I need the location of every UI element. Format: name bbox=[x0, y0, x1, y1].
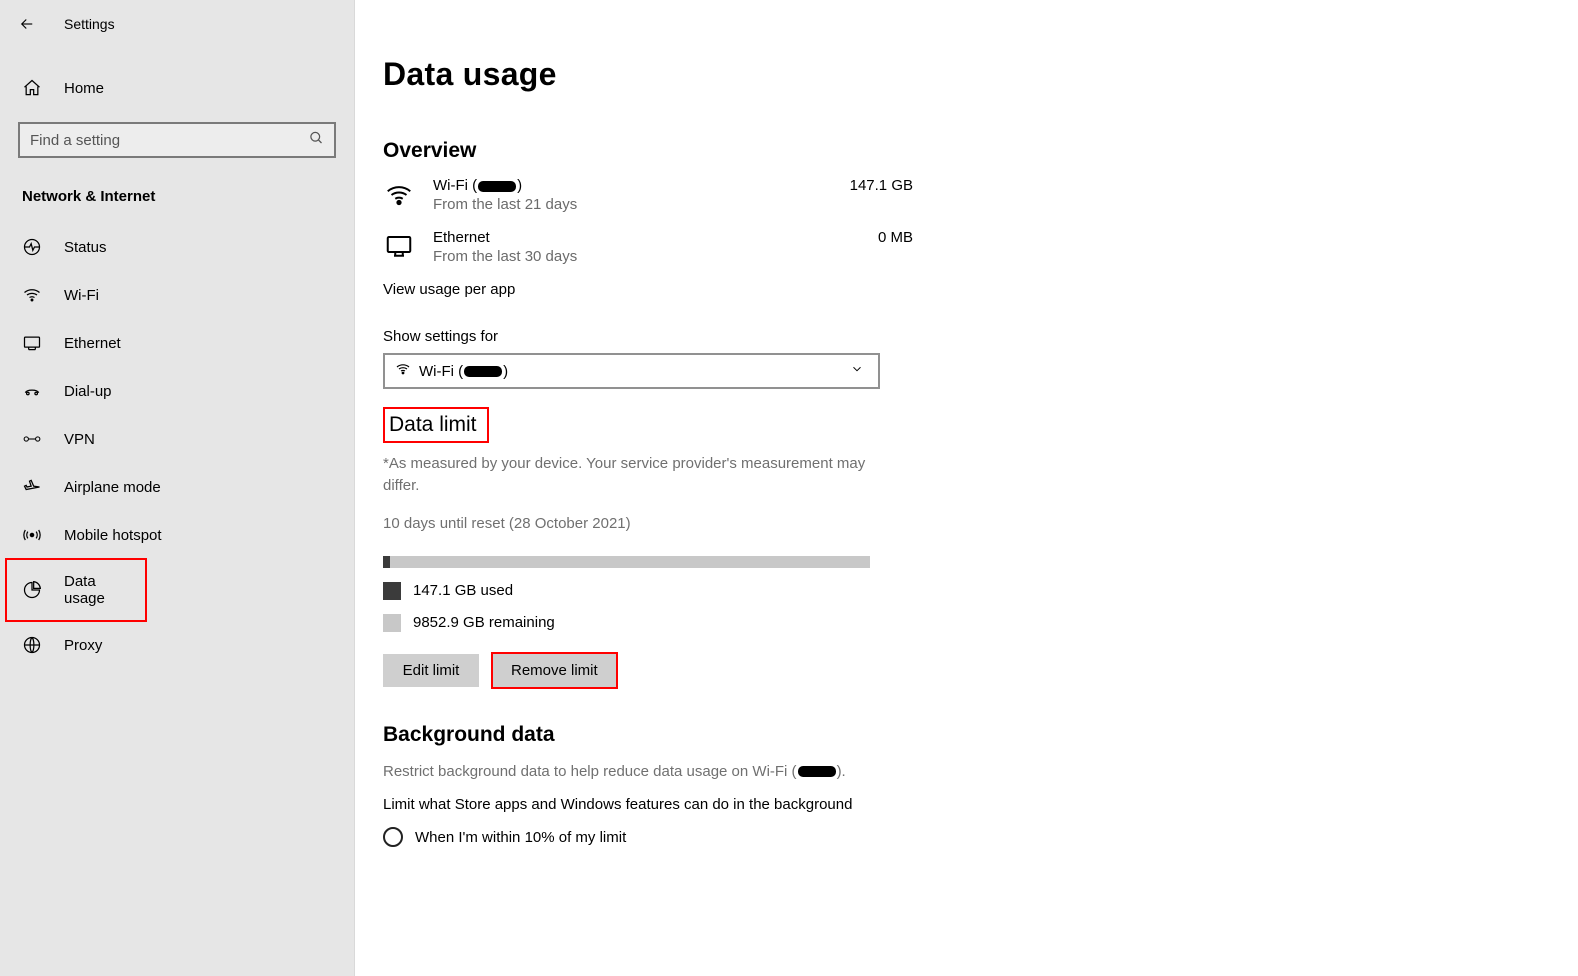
search-input[interactable] bbox=[20, 124, 298, 156]
swatch-remaining bbox=[383, 614, 401, 632]
ethernet-icon bbox=[383, 231, 415, 263]
nav-hotspot[interactable]: Mobile hotspot bbox=[0, 511, 354, 559]
dropdown-value-post: ) bbox=[503, 363, 508, 380]
nav-data-usage[interactable]: Data usage bbox=[6, 559, 146, 621]
nav-item-label: Airplane mode bbox=[64, 479, 161, 496]
data-limit-heading: Data limit bbox=[389, 413, 477, 437]
overview-wifi-name-pre: Wi-Fi ( bbox=[433, 177, 477, 194]
nav-proxy[interactable]: Proxy bbox=[0, 621, 354, 669]
data-usage-icon bbox=[22, 580, 42, 600]
swatch-used bbox=[383, 582, 401, 600]
data-limit-note: *As measured by your device. Your servic… bbox=[383, 453, 878, 497]
sidebar-header: Settings bbox=[0, 8, 354, 40]
main-content: Data usage Overview Wi-Fi () From the la… bbox=[355, 0, 1578, 976]
nav-ethernet[interactable]: Ethernet bbox=[0, 319, 354, 367]
legend-used: 147.1 GB used bbox=[383, 582, 913, 600]
data-limit-progress bbox=[383, 556, 870, 568]
overview-ethernet-value: 0 MB bbox=[843, 229, 913, 246]
vpn-icon bbox=[22, 429, 42, 449]
show-settings-label: Show settings for bbox=[383, 328, 913, 345]
dropdown-value-pre: Wi-Fi ( bbox=[419, 363, 463, 380]
status-icon bbox=[22, 237, 42, 257]
nav-item-label: Dial-up bbox=[64, 383, 112, 400]
redacted-ssid bbox=[798, 766, 836, 777]
data-limit-reset: 10 days until reset (28 October 2021) bbox=[383, 515, 913, 532]
redacted-ssid bbox=[464, 366, 502, 377]
nav-home-label: Home bbox=[64, 80, 104, 97]
overview-wifi-sub: From the last 21 days bbox=[433, 196, 825, 213]
data-limit-buttons: Edit limit Remove limit bbox=[383, 654, 913, 687]
nav-item-label: Wi-Fi bbox=[64, 287, 99, 304]
overview-ethernet-row[interactable]: Ethernet From the last 30 days 0 MB bbox=[383, 229, 913, 265]
chevron-down-icon bbox=[850, 362, 864, 380]
nav-home[interactable]: Home bbox=[0, 68, 354, 108]
data-limit-progress-fill bbox=[383, 556, 390, 568]
overview-ethernet-sub: From the last 30 days bbox=[433, 248, 825, 265]
legend-remaining-label: 9852.9 GB remaining bbox=[413, 614, 555, 631]
search-icon bbox=[309, 131, 324, 150]
legend-remaining: 9852.9 GB remaining bbox=[383, 614, 913, 632]
overview-wifi-name-post: ) bbox=[517, 177, 522, 194]
nav-item-label: Data usage bbox=[64, 573, 126, 607]
legend-used-label: 147.1 GB used bbox=[413, 582, 513, 599]
wifi-icon bbox=[22, 285, 42, 305]
wifi-icon bbox=[395, 361, 411, 381]
search-box[interactable] bbox=[18, 122, 336, 158]
background-data-desc-pre: Restrict background data to help reduce … bbox=[383, 763, 797, 780]
overview-ethernet-name: Ethernet bbox=[433, 229, 825, 246]
remove-limit-button[interactable]: Remove limit bbox=[493, 654, 616, 687]
radio-within-10[interactable]: When I'm within 10% of my limit bbox=[383, 827, 913, 847]
nav-status[interactable]: Status bbox=[0, 223, 354, 271]
edit-limit-button[interactable]: Edit limit bbox=[383, 654, 479, 687]
radio-icon bbox=[383, 827, 403, 847]
nav-dialup[interactable]: Dial-up bbox=[0, 367, 354, 415]
data-limit-heading-highlight: Data limit bbox=[383, 407, 489, 443]
wifi-icon bbox=[383, 179, 415, 211]
nav-vpn[interactable]: VPN bbox=[0, 415, 354, 463]
redacted-ssid bbox=[478, 181, 516, 192]
nav-item-label: Mobile hotspot bbox=[64, 527, 162, 544]
hotspot-icon bbox=[22, 525, 42, 545]
back-icon[interactable] bbox=[18, 15, 36, 33]
nav-item-label: VPN bbox=[64, 431, 95, 448]
sidebar: Settings Home Network & Internet Status … bbox=[0, 0, 355, 976]
proxy-icon bbox=[22, 635, 42, 655]
view-usage-per-app-link[interactable]: View usage per app bbox=[383, 281, 913, 298]
nav-item-label: Proxy bbox=[64, 637, 102, 654]
background-data-sub: Limit what Store apps and Windows featur… bbox=[383, 796, 913, 813]
window-title: Settings bbox=[64, 16, 115, 32]
nav-item-label: Status bbox=[64, 239, 107, 256]
overview-wifi-text: Wi-Fi () From the last 21 days bbox=[433, 177, 825, 213]
airplane-icon bbox=[22, 477, 42, 497]
nav-item-label: Ethernet bbox=[64, 335, 121, 352]
overview-wifi-row[interactable]: Wi-Fi () From the last 21 days 147.1 GB bbox=[383, 177, 913, 213]
background-data-desc-post: ). bbox=[837, 763, 846, 780]
overview-ethernet-text: Ethernet From the last 30 days bbox=[433, 229, 825, 265]
overview-wifi-value: 147.1 GB bbox=[843, 177, 913, 194]
search-container bbox=[0, 108, 354, 158]
dialup-icon bbox=[22, 381, 42, 401]
ethernet-icon bbox=[22, 333, 42, 353]
sidebar-category: Network & Internet bbox=[0, 158, 354, 223]
overview-heading: Overview bbox=[383, 139, 913, 163]
home-icon bbox=[22, 78, 42, 98]
nav-wifi[interactable]: Wi-Fi bbox=[0, 271, 354, 319]
radio-label: When I'm within 10% of my limit bbox=[415, 829, 626, 846]
nav-airplane[interactable]: Airplane mode bbox=[0, 463, 354, 511]
network-dropdown[interactable]: Wi-Fi () bbox=[383, 353, 880, 389]
page-title: Data usage bbox=[383, 56, 913, 93]
background-data-heading: Background data bbox=[383, 723, 913, 747]
